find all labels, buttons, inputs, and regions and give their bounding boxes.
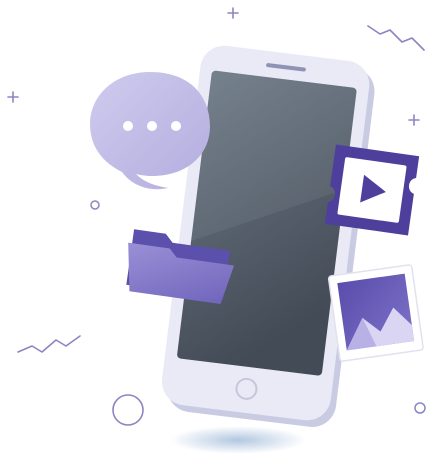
plus-icon [7,91,19,103]
plus-icon [408,114,420,126]
circle-decor [112,394,144,426]
zigzag-decor [17,335,81,353]
smartphone-illustration [7,7,426,454]
image-photo-icon [327,264,424,362]
phone-shadow [170,426,306,454]
circle-decor [414,402,426,414]
zigzag-decor [367,25,425,51]
plus-icon [227,7,239,19]
video-ticket-icon [324,144,420,236]
circle-decor [90,200,100,210]
